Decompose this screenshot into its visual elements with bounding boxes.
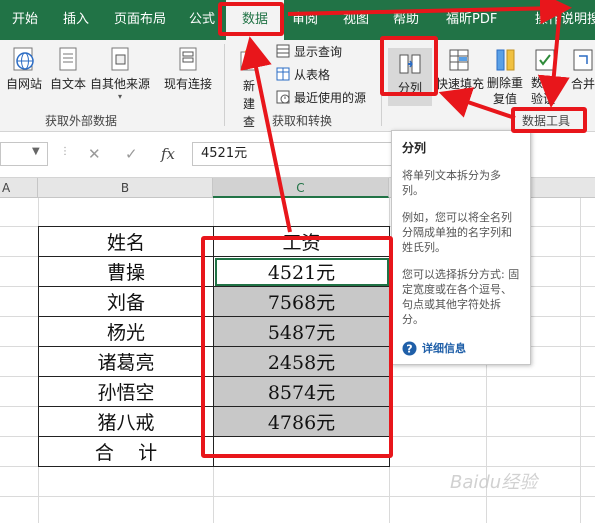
annotation-arrows (240, 0, 572, 233)
arrow-to-data-tools (537, 7, 570, 108)
arrow-to-data-tab (240, 36, 292, 233)
arrow-to-split-button (438, 87, 516, 120)
arrow-top-right (287, 0, 572, 25)
watermark: Baidu经验 (450, 472, 538, 493)
